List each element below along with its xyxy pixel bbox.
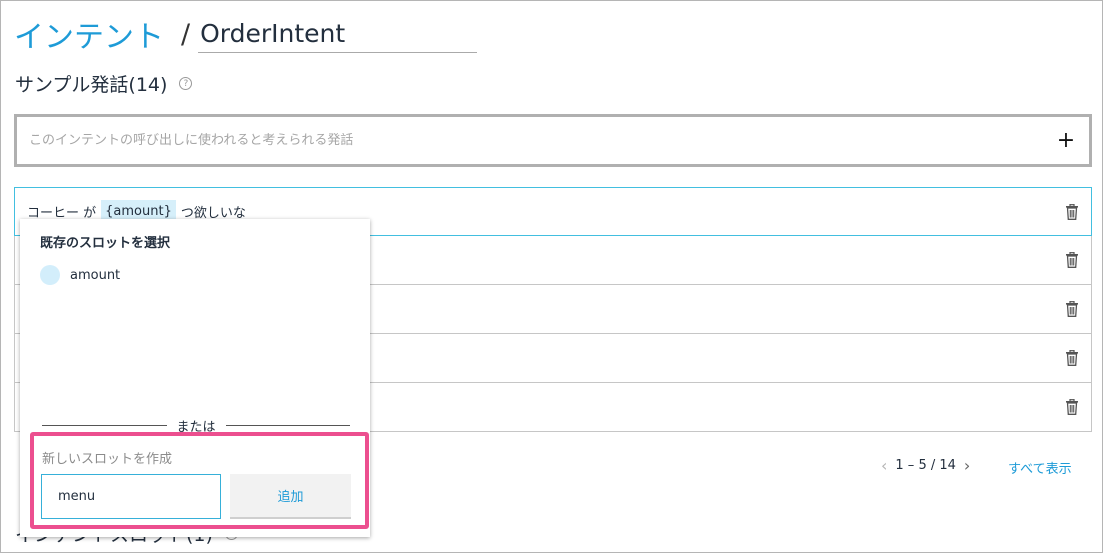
show-all-link[interactable]: すべて表示 xyxy=(1008,458,1072,477)
divider-line xyxy=(42,425,167,426)
utterance-input-box: + xyxy=(14,114,1092,167)
chevron-right-icon[interactable]: › xyxy=(964,456,970,475)
trash-icon[interactable] xyxy=(1065,399,1079,415)
trash-icon[interactable] xyxy=(1065,252,1079,268)
divider-line xyxy=(225,425,351,426)
slot-option-label: amount xyxy=(70,267,121,283)
breadcrumb-separator: / xyxy=(181,18,191,50)
help-icon[interactable]: ? xyxy=(179,77,193,90)
chevron-left-icon[interactable]: ‹ xyxy=(881,456,887,475)
new-slot-label: 新しいスロットを作成 xyxy=(42,452,173,467)
pagination-range: 1 – 5 / 14 xyxy=(895,458,956,473)
slot-selection-popup: 既存のスロットを選択 amount または 新しいスロットを作成 追加 xyxy=(20,219,370,537)
slot-color-dot xyxy=(40,265,60,285)
trash-icon[interactable] xyxy=(1065,350,1079,366)
popup-title: 既存のスロットを選択 xyxy=(40,236,171,251)
breadcrumb-intents-link[interactable]: インテント xyxy=(14,12,164,56)
add-slot-button[interactable]: 追加 xyxy=(230,474,351,519)
utterance-input[interactable] xyxy=(17,133,1043,148)
trash-icon[interactable] xyxy=(1065,203,1079,220)
add-utterance-button[interactable]: + xyxy=(1043,117,1089,164)
sample-utterances-heading: サンプル発話(14) ? xyxy=(15,70,193,97)
sample-utterances-title: サンプル発話(14) xyxy=(15,74,168,96)
new-slot-input[interactable] xyxy=(41,474,221,519)
breadcrumb: インテント / xyxy=(14,12,478,56)
trash-icon[interactable] xyxy=(1065,301,1079,317)
new-slot-section: 新しいスロットを作成 追加 xyxy=(30,432,369,529)
intent-name-input[interactable] xyxy=(198,15,478,53)
slot-option-amount[interactable]: amount xyxy=(40,265,120,285)
pagination: ‹ 1 – 5 / 14 › xyxy=(873,456,978,475)
